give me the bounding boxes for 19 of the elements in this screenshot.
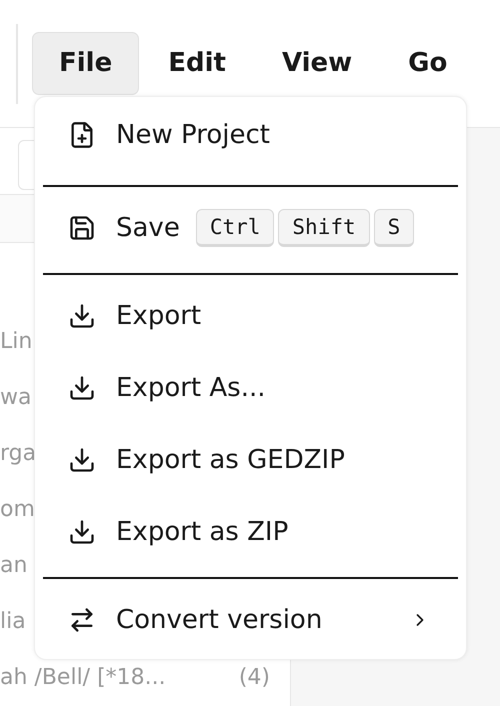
menu-tab[interactable]: Edit xyxy=(141,32,253,95)
menu-item[interactable]: Export xyxy=(35,280,466,352)
menu-tab[interactable]: View xyxy=(254,32,380,95)
key-cap: Shift xyxy=(278,209,370,247)
menu-tab[interactable]: File xyxy=(32,32,140,95)
download-icon xyxy=(68,302,96,330)
key-cap: S xyxy=(374,209,414,247)
download-icon xyxy=(68,374,96,402)
download-icon xyxy=(68,518,96,546)
item-count: (4) xyxy=(238,666,270,690)
menu-item[interactable]: Export as GEDZIP xyxy=(35,424,466,496)
menu-item[interactable]: Export as ZIP xyxy=(35,496,466,568)
menu-tab[interactable]: Go xyxy=(381,32,474,95)
menu-item[interactable]: Export As... xyxy=(35,352,466,424)
key-cap: Ctrl xyxy=(196,209,274,247)
menu-item[interactable]: Save Ctrl Shift S xyxy=(35,192,466,264)
menu-item[interactable]: Convert version xyxy=(35,584,466,656)
download-icon xyxy=(68,446,96,474)
menu-item[interactable]: New Project xyxy=(35,99,466,171)
